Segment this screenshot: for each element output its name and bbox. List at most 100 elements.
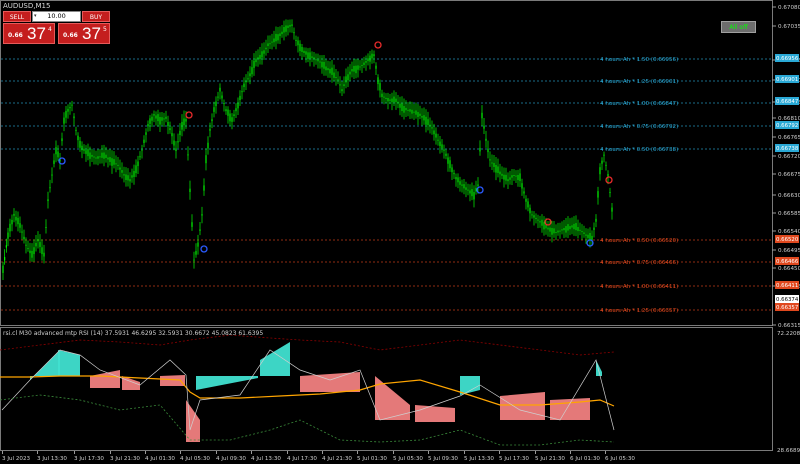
- candle-body: [133, 170, 135, 177]
- buy-price-prefix: 0.66: [63, 32, 78, 39]
- candle-body: [509, 177, 511, 180]
- candle-body: [395, 98, 397, 103]
- buy-price-fraction: 5: [103, 26, 107, 33]
- candle-body: [565, 226, 567, 233]
- time-tick-label: 4 Jul 13:30: [251, 456, 281, 462]
- candle-body: [461, 184, 463, 186]
- candle-body: [205, 155, 207, 164]
- candle-body: [379, 83, 381, 91]
- buy-button[interactable]: BUY: [82, 11, 110, 22]
- candle-body: [117, 164, 119, 166]
- candle-body: [195, 251, 197, 255]
- candle-body: [227, 109, 229, 116]
- candle-body: [411, 109, 413, 114]
- candle-body: [505, 174, 507, 181]
- candle-body: [361, 64, 363, 66]
- candle-body: [43, 252, 45, 257]
- candle-body: [167, 122, 169, 127]
- price-chart[interactable]: 4 hours Ah * 1.50 (0.66956) 4 hours Ah * …: [0, 0, 800, 464]
- candle-body: [381, 93, 383, 98]
- candle-body: [199, 229, 201, 231]
- candle-body: [295, 39, 297, 41]
- candle-body: [427, 119, 429, 125]
- sell-button[interactable]: SELL: [3, 11, 31, 22]
- candle-body: [489, 159, 491, 161]
- candle-body: [593, 227, 595, 230]
- candle-body: [391, 98, 393, 103]
- candle-body: [103, 152, 105, 159]
- candle-body: [497, 166, 499, 173]
- candle-body: [127, 175, 129, 181]
- candle-body: [289, 24, 291, 27]
- time-tick-label: 4 Jul 09:30: [216, 456, 246, 462]
- candle-body: [57, 151, 59, 158]
- fib-level-label: 4 hours Ah * 0.50 (0.66738): [600, 147, 678, 153]
- all-off-button[interactable]: All off: [721, 21, 756, 33]
- candle-body: [537, 219, 539, 221]
- candle-body: [153, 114, 155, 116]
- candle-body: [17, 217, 19, 225]
- candle-body: [39, 242, 41, 247]
- candle-body: [527, 201, 529, 208]
- candle-body: [477, 184, 479, 186]
- candle-body: [165, 116, 167, 119]
- candle-body: [53, 160, 55, 164]
- candle-body: [555, 231, 557, 233]
- candle-body: [339, 84, 341, 86]
- candle-body: [429, 124, 431, 127]
- candle-body: [373, 54, 375, 57]
- time-tick-label: 5 Jul 21:30: [535, 456, 565, 462]
- candle-body: [265, 47, 267, 50]
- candle-body: [409, 109, 411, 112]
- candle-body: [511, 175, 513, 178]
- candle-body: [499, 171, 501, 175]
- candle-body: [331, 67, 333, 75]
- candle-body: [247, 78, 249, 80]
- chart-window: 4 hours Ah * 1.50 (0.66956) 4 hours Ah * …: [0, 0, 800, 464]
- lot-size-input[interactable]: ▾ 10.00: [32, 11, 81, 22]
- candle-body: [161, 117, 163, 121]
- one-click-trading-panel: SELL ▾ 10.00 BUY 0.66 37 4 0.66 37 5: [3, 11, 110, 44]
- candle-body: [457, 177, 459, 183]
- candle-body: [387, 98, 389, 102]
- candle-body: [447, 157, 449, 164]
- candle-body: [503, 174, 505, 180]
- candle-body: [109, 157, 111, 162]
- candle-body: [175, 148, 177, 152]
- candle-body: [513, 174, 515, 176]
- candle-body: [219, 87, 221, 92]
- candle-body: [385, 97, 387, 100]
- candle-body: [173, 140, 175, 146]
- candle-body: [595, 218, 597, 222]
- candle-body: [603, 154, 605, 156]
- price-tick-label: 0.66675: [778, 172, 800, 178]
- candle-body: [469, 190, 471, 194]
- candle-body: [323, 61, 325, 69]
- candle-body: [423, 115, 425, 121]
- candle-body: [353, 65, 355, 72]
- candle-body: [583, 232, 585, 234]
- candle-body: [253, 60, 255, 68]
- price-tag-label: 0.66792: [776, 123, 798, 129]
- candle-body: [559, 230, 561, 232]
- candle-body: [293, 32, 295, 34]
- candle-body: [321, 61, 323, 68]
- candle-body: [287, 25, 289, 28]
- candle-body: [359, 66, 361, 68]
- candle-body: [351, 69, 353, 72]
- time-tick-label: 4 Jul 05:30: [180, 456, 210, 462]
- candle-body: [115, 163, 117, 165]
- candle-body: [97, 156, 99, 159]
- candle-body: [237, 102, 239, 109]
- buy-price-button[interactable]: 0.66 37 5: [58, 23, 110, 44]
- lot-spinner-icon[interactable]: ▾: [34, 12, 37, 21]
- candle-body: [271, 41, 273, 43]
- candle-body: [113, 159, 115, 165]
- candle-body: [543, 222, 545, 230]
- candle-body: [111, 158, 113, 166]
- candle-body: [239, 95, 241, 100]
- candle-body: [63, 117, 65, 124]
- price-tag-label: 0.66738: [776, 146, 799, 152]
- sell-price-button[interactable]: 0.66 37 4: [3, 23, 55, 44]
- candle-body: [169, 128, 171, 131]
